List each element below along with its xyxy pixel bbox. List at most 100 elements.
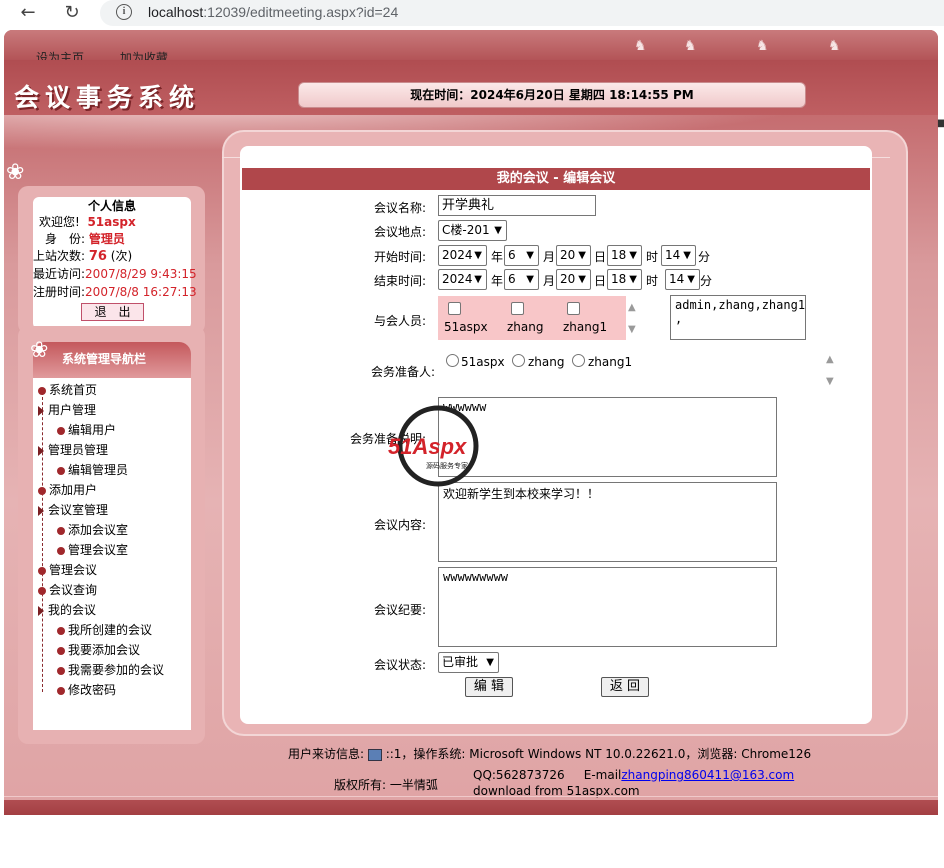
scroll-down-icon[interactable]: ▼ bbox=[826, 376, 834, 387]
nav-item[interactable]: 我所创建的会议 bbox=[57, 621, 152, 638]
attendees-label: 与会人员: bbox=[374, 314, 427, 328]
nav-item[interactable]: 我要添加会议 bbox=[57, 641, 140, 658]
nav-item[interactable]: 我需要参加的会议 bbox=[57, 661, 164, 678]
start-month-select[interactable]: 6 ▼ bbox=[504, 245, 539, 266]
attendee-label: 51aspx bbox=[444, 320, 488, 334]
bullet-icon bbox=[57, 646, 65, 655]
attendees-textarea[interactable]: admin,zhang,zhang1 , bbox=[670, 295, 806, 340]
bullet-icon bbox=[38, 566, 46, 575]
nav-item[interactable]: 编辑管理员 bbox=[57, 461, 128, 478]
nav-item[interactable]: 用户管理 bbox=[38, 401, 96, 418]
nav-item[interactable]: 修改密码 bbox=[57, 681, 116, 698]
summary-label: 会议纪要: bbox=[374, 603, 427, 617]
meeting-name-input[interactable]: 开学典礼 bbox=[438, 195, 596, 216]
start-day-select[interactable]: 20 ▼ bbox=[556, 245, 591, 266]
visits-value: 76 bbox=[88, 249, 107, 264]
info-icon[interactable]: i bbox=[116, 4, 132, 20]
preparer-radio-zhang[interactable] bbox=[512, 354, 525, 367]
hour-unit: 时 bbox=[646, 274, 659, 288]
nav-tree-line bbox=[42, 392, 43, 692]
nav-item[interactable]: 管理会议 bbox=[38, 561, 97, 578]
bullet-icon bbox=[57, 526, 65, 535]
end-hour-select[interactable]: 18 ▼ bbox=[607, 269, 642, 290]
start-day-value: 20 bbox=[560, 248, 576, 262]
end-day-select[interactable]: 20 ▼ bbox=[556, 269, 591, 290]
preparer-radio-zhang1[interactable] bbox=[572, 354, 585, 367]
end-minute-select[interactable]: 14 ▼ bbox=[665, 269, 700, 290]
bullet-icon bbox=[57, 686, 65, 695]
end-year-value: 2024 bbox=[442, 272, 473, 286]
welcome-label: 欢迎您! bbox=[39, 215, 80, 229]
preparer-label: 会务准备人: bbox=[371, 365, 436, 379]
place-label: 会议地点: bbox=[374, 225, 427, 239]
bullet-icon bbox=[38, 586, 46, 595]
chevron-down-icon: ▼ bbox=[494, 225, 502, 236]
bullet-icon bbox=[38, 486, 46, 495]
welcome-row: 欢迎您! 51aspx bbox=[39, 213, 136, 230]
content-label: 会议内容: bbox=[374, 518, 427, 532]
url-path: :12039/editmeeting.aspx?id=24 bbox=[203, 4, 399, 20]
chevron-down-icon: ▼ bbox=[526, 250, 534, 261]
role-value: 管理员 bbox=[88, 232, 125, 246]
copyright: 版权所有: 一半情弧 bbox=[334, 778, 438, 792]
scroll-up-icon[interactable]: ▲ bbox=[826, 354, 834, 365]
expand-arrow-icon bbox=[38, 445, 44, 456]
nav-item[interactable]: 添加会议室 bbox=[57, 521, 128, 538]
nav-item-label: 我需要参加的会议 bbox=[68, 663, 165, 677]
back-arrow-icon[interactable]: ← bbox=[16, 2, 40, 26]
nav-item[interactable]: 会议查询 bbox=[38, 581, 97, 598]
end-year-select[interactable]: 2024 ▼ bbox=[438, 269, 487, 290]
last-visit-value: 2007/8/29 9:43:15 bbox=[85, 267, 197, 281]
scroll-down-icon[interactable]: ▼ bbox=[628, 324, 636, 335]
attendee-checkbox-zhang1[interactable] bbox=[567, 302, 580, 315]
edit-button[interactable]: 编 辑 bbox=[465, 677, 513, 697]
preparer-option-label: 51aspx bbox=[461, 355, 505, 369]
deer-icon: ♞ bbox=[634, 38, 647, 54]
contact-info: QQ:562873726 E-mailzhangping860411@163.c… bbox=[473, 767, 863, 799]
end-month-select[interactable]: 6 ▼ bbox=[504, 269, 539, 290]
content-textarea[interactable]: 欢迎新学生到本校来学习！！ bbox=[438, 482, 777, 562]
visits-label: 上站次数: bbox=[33, 249, 86, 263]
scroll-up-icon[interactable]: ▲ bbox=[628, 302, 636, 313]
nav-item-label: 会议室管理 bbox=[48, 503, 109, 517]
chevron-down-icon: ▼ bbox=[474, 250, 482, 261]
nav-item-label: 管理会议室 bbox=[68, 543, 129, 557]
scroll-marker: ■ bbox=[937, 118, 944, 129]
user-info-panel: 个人信息 欢迎您! 51aspx 身 份: 管理员 上站次数: 76 (次) 最… bbox=[33, 197, 197, 329]
visits-row: 上站次数: 76 (次) bbox=[33, 247, 132, 264]
user-info-title: 个人信息 bbox=[87, 199, 136, 213]
status-select[interactable]: 已审批 ▼ bbox=[438, 652, 499, 673]
nav-item[interactable]: 管理会议室 bbox=[57, 541, 128, 558]
month-unit: 月 bbox=[543, 250, 556, 264]
nav-item-label: 编辑用户 bbox=[68, 423, 117, 437]
nav-item[interactable]: 会议室管理 bbox=[38, 501, 108, 518]
logout-button[interactable]: 退 出 bbox=[81, 303, 144, 321]
start-hour-select[interactable]: 18 ▼ bbox=[607, 245, 642, 266]
flower-icon: ❀ bbox=[6, 160, 25, 185]
attendee-checkbox-51aspx[interactable] bbox=[448, 302, 461, 315]
start-year-select[interactable]: 2024 ▼ bbox=[438, 245, 487, 266]
nav-item[interactable]: 我的会议 bbox=[38, 601, 96, 618]
minute-unit: 分 bbox=[700, 274, 713, 288]
start-minute-select[interactable]: 14 ▼ bbox=[661, 245, 696, 266]
browser-toolbar: ← ↻ i localhost:12039/editmeeting.aspx?i… bbox=[0, 0, 944, 30]
nav-item[interactable]: 系统首页 bbox=[38, 381, 97, 398]
hour-unit: 时 bbox=[646, 250, 659, 264]
place-select[interactable]: C楼-201 ▼ bbox=[438, 220, 507, 241]
back-button[interactable]: 返 回 bbox=[601, 677, 649, 697]
email-link[interactable]: zhangping860411@163.com bbox=[621, 768, 794, 782]
summary-textarea[interactable]: wwwwwwwww bbox=[438, 567, 777, 647]
bullet-icon bbox=[57, 426, 65, 435]
attendee-label: zhang bbox=[507, 320, 544, 334]
preparer-radio-51aspx[interactable] bbox=[446, 354, 459, 367]
last-visit-row: 最近访问:2007/8/29 9:43:15 bbox=[33, 265, 197, 282]
expand-arrow-icon bbox=[38, 605, 44, 616]
attendee-checkbox-zhang[interactable] bbox=[511, 302, 524, 315]
address-bar[interactable]: i localhost:12039/editmeeting.aspx?id=24 bbox=[100, 0, 944, 26]
reload-icon[interactable]: ↻ bbox=[60, 2, 84, 26]
nav-item[interactable]: 编辑用户 bbox=[57, 421, 116, 438]
nav-item[interactable]: 添加用户 bbox=[38, 481, 97, 498]
watermark-graphic: 51Aspx 源码服务专家 bbox=[388, 405, 479, 487]
nav-item[interactable]: 管理员管理 bbox=[38, 441, 108, 458]
qq-number: QQ:562873726 bbox=[473, 768, 565, 782]
